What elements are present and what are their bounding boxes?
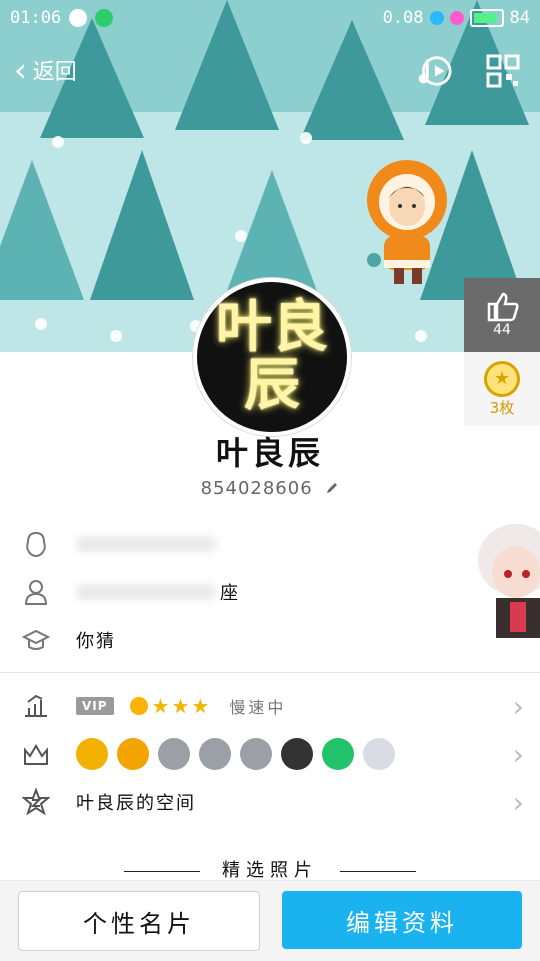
status-time: 01:06 [10, 8, 62, 28]
section-divider [0, 672, 540, 673]
back-chevron-icon: ‹ [14, 51, 27, 89]
vip-badge: VIP [76, 697, 114, 715]
tree-shape [90, 150, 194, 300]
network-speed: 0.08 [382, 8, 424, 28]
qzone-label: 叶良辰的空间 [76, 793, 196, 814]
star-z-icon [22, 788, 50, 816]
info-row-qq [0, 520, 540, 568]
back-button[interactable]: ‹ 返回 [14, 54, 77, 86]
title-line-left [124, 870, 201, 872]
qq-number: 854028606 [200, 478, 313, 499]
star-level-icon: ★ [171, 694, 190, 718]
back-label: 返回 [32, 60, 77, 85]
bottom-action-bar: 个性名片 编辑资料 [0, 880, 540, 961]
qr-code-icon[interactable] [486, 54, 520, 88]
snowflake [300, 132, 312, 144]
star-level-icon: ★ [191, 694, 210, 718]
vip-status: 慢速中 [229, 698, 287, 717]
thumbs-up-icon [487, 292, 519, 322]
medal-icon: ★ [484, 360, 520, 397]
avatar[interactable]: 叶良辰 [193, 278, 351, 436]
top-nav: ‹ 返回 [0, 36, 540, 112]
like-button[interactable]: 44 [464, 278, 540, 352]
like-count: 44 [493, 322, 511, 338]
graduation-cap-icon [22, 629, 50, 650]
star-level-icon: ★ [151, 694, 170, 718]
info-text: 座 [220, 583, 240, 604]
eskimo-illustration [367, 160, 447, 284]
penguin-icon [26, 531, 46, 558]
snowflake [235, 230, 247, 242]
photos-title: 精选照片 [222, 860, 318, 881]
badge-star-outline [363, 738, 395, 770]
snowflake [415, 330, 427, 342]
sun-level-icon [129, 697, 148, 715]
badge-crown [281, 738, 313, 770]
app-notification-icon [69, 9, 88, 27]
school-text: 你猜 [76, 631, 116, 652]
tree-shape [0, 160, 84, 300]
crown-icon [24, 744, 48, 765]
person-icon [24, 580, 48, 605]
badge-game [199, 738, 231, 770]
profile-info-section: 座 你猜 [0, 520, 540, 672]
battery-level: 84 [509, 8, 530, 28]
status-bar: 01:06 0.08 84 [0, 0, 540, 36]
badge-game [240, 738, 272, 770]
chevron-right-icon: › [512, 737, 524, 771]
level-section: VIP ★ ★ ★ 慢速中 › › 叶良辰的空间 › [0, 682, 540, 832]
info-row-personal: 座 [0, 568, 540, 616]
blurred-text [76, 536, 216, 552]
badge-lv7 [322, 738, 354, 770]
badges-row[interactable]: › [0, 730, 540, 778]
growth-chart-icon [25, 694, 47, 717]
info-row-school: 你猜 [0, 616, 540, 664]
music-app-icon [95, 9, 114, 27]
vip-row[interactable]: VIP ★ ★ ★ 慢速中 › [0, 682, 540, 730]
edit-profile-button[interactable]: 编辑资料 [282, 891, 522, 949]
avatar-text: 叶良辰 [216, 295, 328, 418]
title-line-right [339, 870, 416, 872]
qzone-row[interactable]: 叶良辰的空间 › [0, 778, 540, 826]
blurred-text [76, 584, 216, 600]
snowflake [110, 330, 122, 342]
badge-penguin-year [76, 738, 108, 770]
character-illustration [478, 524, 540, 638]
snowflake [52, 136, 64, 148]
badge-lv8 [117, 738, 149, 770]
qq-number-row[interactable]: 854028606 [0, 478, 540, 499]
wifi-icon [429, 11, 444, 25]
battery-icon [469, 9, 504, 27]
personal-card-button[interactable]: 个性名片 [18, 891, 260, 951]
badge-game [158, 738, 190, 770]
chevron-right-icon: › [512, 689, 524, 723]
signal-icon [449, 11, 464, 25]
snowflake [35, 318, 47, 330]
edit-pencil-icon[interactable] [325, 481, 339, 495]
chevron-right-icon: › [512, 785, 524, 819]
medal-button[interactable]: ★ 3枚 [464, 352, 540, 426]
music-note-icon[interactable] [414, 52, 452, 90]
medal-count: 3枚 [489, 398, 515, 417]
